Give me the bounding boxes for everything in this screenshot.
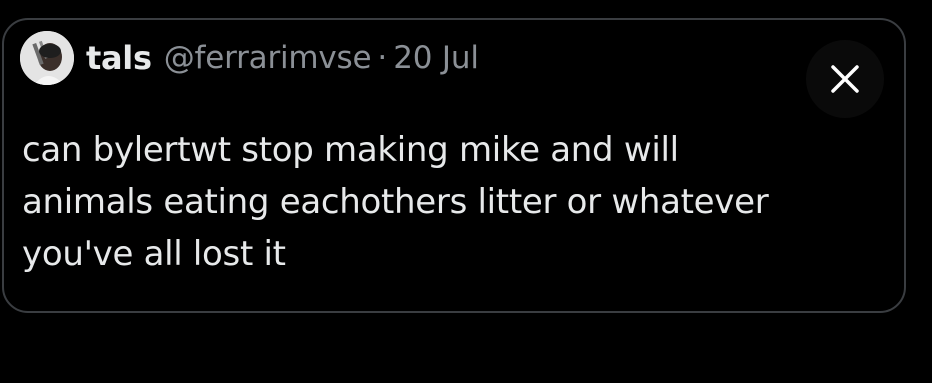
tweet-text-line: can bylertwt stop making mike and will — [22, 130, 679, 170]
tweet-text: can bylertwt stop making mike and will a… — [22, 124, 892, 280]
author-name[interactable]: tals — [86, 39, 152, 77]
tweet-text-line: you've all lost it — [22, 234, 286, 274]
avatar-image — [20, 31, 74, 85]
avatar[interactable] — [20, 31, 74, 85]
author-handle[interactable]: @ferrarimvse — [164, 40, 372, 76]
tweet-header: tals @ferrarimvse · 20 Jul — [20, 30, 479, 86]
close-icon — [831, 65, 859, 93]
close-button[interactable] — [806, 40, 884, 118]
tweet-text-line: animals eating eachothers litter or what… — [22, 182, 769, 222]
separator-dot: · — [377, 40, 388, 76]
tweet-date[interactable]: 20 Jul — [393, 40, 479, 76]
